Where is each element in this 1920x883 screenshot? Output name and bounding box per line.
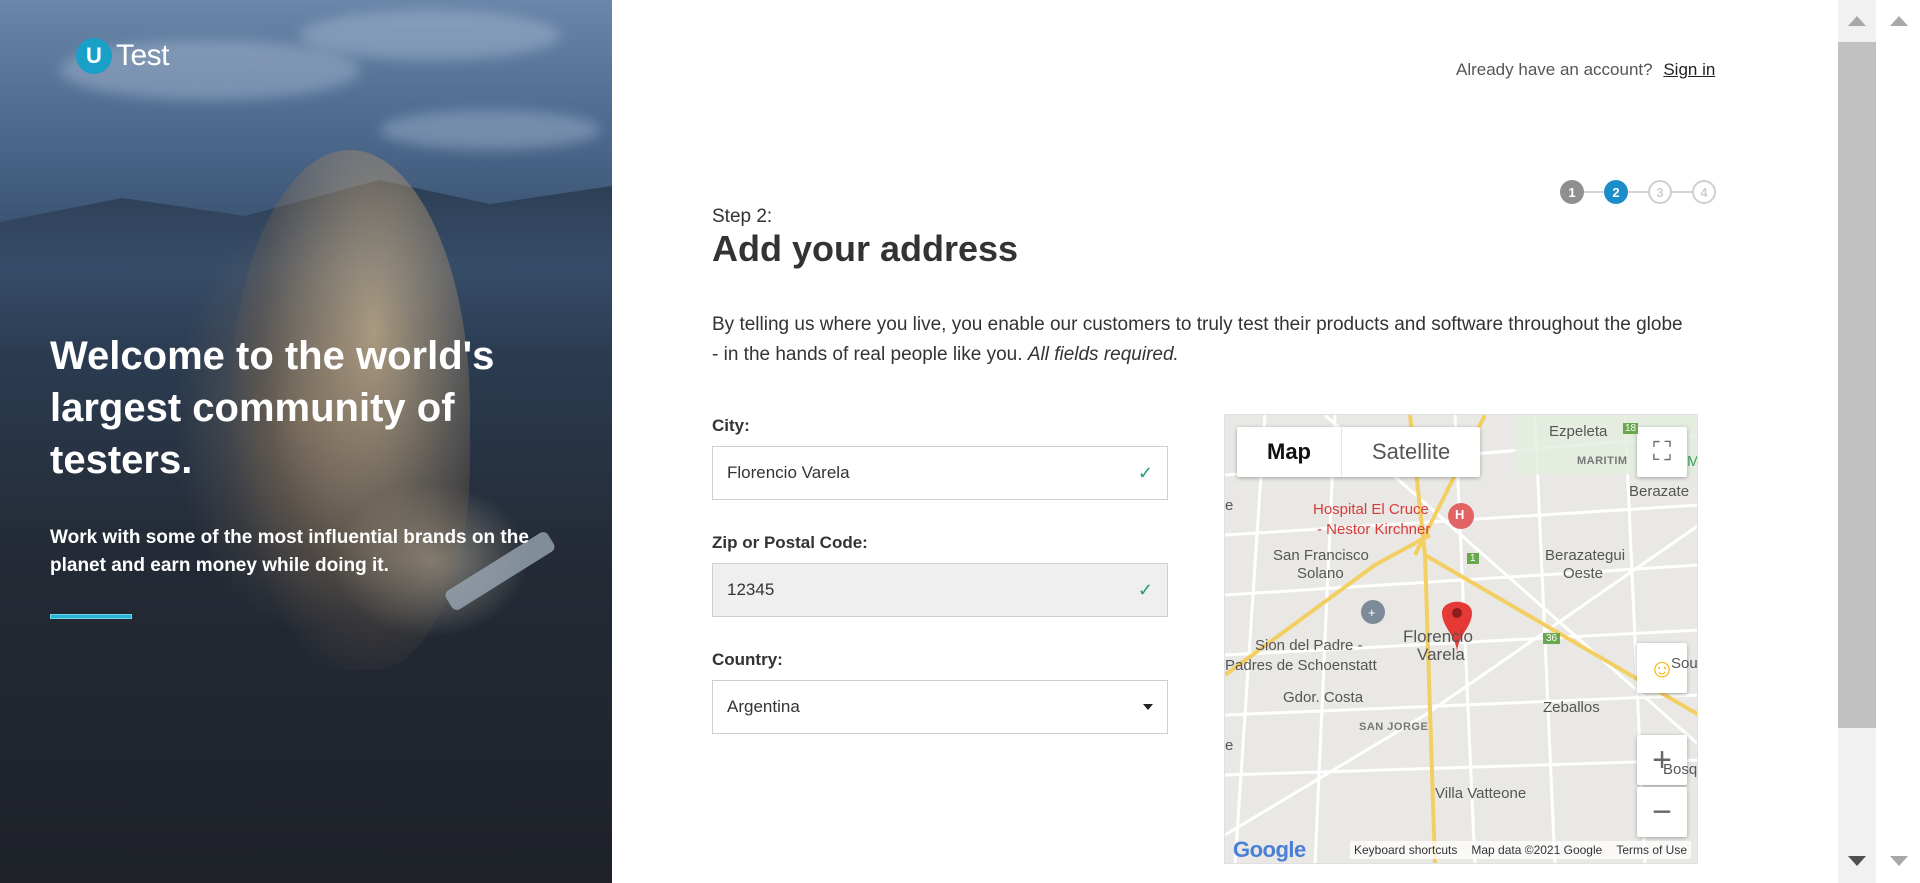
- map-label: Hospital El Cruce: [1313, 501, 1429, 518]
- logo-text: Test: [116, 39, 170, 72]
- country-label: Country:: [712, 650, 783, 669]
- account-prompt: Already have an account? Sign in: [1456, 60, 1715, 80]
- intro-body: By telling us where you live, you enable…: [712, 314, 1683, 365]
- hero-title: Welcome to the world's largest community…: [50, 334, 495, 482]
- page-scrollbar-thumb[interactable]: [1838, 42, 1876, 728]
- map-label: Oeste: [1563, 565, 1604, 582]
- utest-logo[interactable]: U Test: [76, 38, 170, 74]
- map-label: SAN JORGE: [1359, 721, 1429, 733]
- map-label: Villa Vatteone: [1435, 785, 1527, 802]
- country-value: Argentina: [727, 697, 800, 716]
- keyboard-shortcuts-link[interactable]: Keyboard shortcuts: [1354, 843, 1457, 857]
- intro-text: By telling us where you live, you enable…: [712, 310, 1692, 370]
- account-prompt-text: Already have an account?: [1456, 60, 1653, 79]
- map-label: M: [1687, 453, 1697, 470]
- map-label: Padres de Schoenstatt: [1225, 657, 1377, 674]
- hero-cloud: [300, 10, 560, 60]
- sign-in-link[interactable]: Sign in: [1663, 60, 1715, 79]
- satellite-view-button[interactable]: Satellite: [1342, 427, 1480, 477]
- map-label: e: [1225, 497, 1234, 514]
- map-label: Sou: [1671, 655, 1698, 672]
- route-badge: 1: [1467, 553, 1479, 564]
- logo-mark: U: [76, 38, 112, 74]
- country-select[interactable]: Argentina: [712, 680, 1168, 734]
- map-footer: Google Keyboard shortcuts Map data ©2021…: [1225, 837, 1697, 863]
- scroll-down-icon[interactable]: [1848, 856, 1866, 866]
- map-label: Gdor. Costa: [1283, 689, 1364, 706]
- map-label: Bosq: [1663, 761, 1698, 778]
- zip-label: Zip or Postal Code:: [712, 533, 868, 552]
- map-label: Berazategui: [1545, 547, 1626, 564]
- map-label: e: [1225, 737, 1234, 754]
- map-label: Sion del Padre -: [1255, 637, 1363, 654]
- zoom-out-button[interactable]: −: [1637, 787, 1687, 837]
- hero-divider: [50, 614, 132, 619]
- city-label: City:: [712, 416, 750, 435]
- intro-note: All fields required.: [1027, 344, 1179, 365]
- step-2: 2: [1604, 180, 1628, 204]
- check-icon: ✓: [1137, 579, 1153, 600]
- city-value: Florencio Varela: [727, 463, 850, 482]
- city-field[interactable]: Florencio Varela ✓: [712, 446, 1168, 500]
- hero-cloud: [380, 110, 600, 150]
- map-footer-links: Keyboard shortcuts Map data ©2021 Google…: [1349, 841, 1691, 859]
- zip-value: 12345: [727, 580, 775, 599]
- route-badge: 36: [1543, 633, 1561, 644]
- hero-panel: U Test Welcome to the world's largest co…: [0, 0, 612, 883]
- map-label: Ezpeleta: [1549, 423, 1608, 440]
- fullscreen-icon[interactable]: ⛶: [1637, 427, 1687, 477]
- outer-scrollbar-track[interactable]: [1876, 0, 1920, 883]
- map-view-button[interactable]: Map: [1237, 427, 1342, 477]
- step-1: 1: [1560, 180, 1584, 204]
- scroll-up-icon[interactable]: [1848, 16, 1866, 26]
- map-label: Solano: [1297, 565, 1344, 582]
- map-label: - Nestor Kirchner: [1317, 521, 1431, 538]
- location-map[interactable]: + Map Satellite ⛶ ☺ + − Ezpeleta MARITIM…: [1224, 414, 1698, 864]
- step-label: Step 2:: [712, 206, 773, 227]
- terms-link[interactable]: Terms of Use: [1616, 843, 1687, 857]
- check-icon: ✓: [1137, 462, 1153, 483]
- map-data-text: Map data ©2021 Google: [1471, 843, 1603, 857]
- step-connector: [1584, 191, 1604, 193]
- step-indicator: 1 2 3 4: [1560, 180, 1716, 204]
- step-connector: [1672, 191, 1692, 193]
- zip-field[interactable]: 12345 ✓: [712, 563, 1168, 617]
- hero-subtitle: Work with some of the most influential b…: [50, 527, 529, 576]
- chevron-down-icon: [1143, 704, 1153, 710]
- step-connector: [1628, 191, 1648, 193]
- map-label: Florencio: [1403, 627, 1473, 646]
- hospital-icon: H: [1455, 507, 1465, 522]
- map-type-toggle: Map Satellite: [1237, 427, 1481, 477]
- scroll-down-icon[interactable]: [1890, 856, 1908, 866]
- map-label: MARITIM: [1577, 455, 1628, 467]
- page-title: Add your address: [712, 228, 1019, 269]
- route-badge: 18: [1623, 423, 1639, 434]
- step-3: 3: [1648, 180, 1672, 204]
- svg-text:+: +: [1368, 605, 1376, 620]
- map-label: Varela: [1417, 645, 1465, 664]
- map-label: Zeballos: [1543, 699, 1600, 716]
- map-label: San Francisco: [1273, 547, 1369, 564]
- step-4: 4: [1692, 180, 1716, 204]
- scroll-up-icon[interactable]: [1890, 16, 1908, 26]
- map-label: Berazate: [1629, 483, 1690, 500]
- google-logo[interactable]: Google: [1233, 837, 1306, 863]
- google-wordmark: Google: [1233, 837, 1306, 862]
